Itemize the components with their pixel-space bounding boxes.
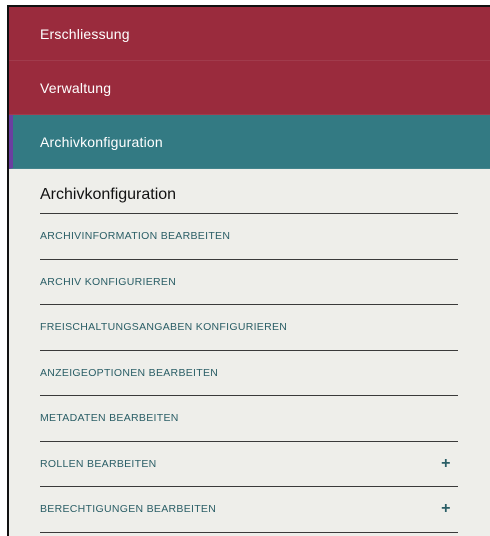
menu-item-archiv-konfigurieren[interactable]: ARCHIV KONFIGURIEREN bbox=[40, 260, 458, 305]
nav-item-label: Archivkonfiguration bbox=[40, 133, 163, 150]
nav-item-verwaltung[interactable]: Verwaltung bbox=[9, 61, 490, 115]
menu-item-label: FREISCHALTUNGSANGABEN KONFIGURIEREN bbox=[40, 321, 288, 334]
menu-item-metadaten-bearbeiten[interactable]: METADATEN BEARBEITEN bbox=[40, 396, 458, 442]
menu-item-label: METADATEN BEARBEITEN bbox=[40, 412, 179, 425]
menu-item-label: ANZEIGEOPTIONEN BEARBEITEN bbox=[40, 366, 219, 379]
nav-item-archivkonfiguration[interactable]: Archivkonfiguration bbox=[9, 115, 490, 169]
expand-plus-icon[interactable]: + bbox=[436, 455, 456, 473]
config-menu-list: ARCHIVINFORMATION BEARBEITEN ARCHIV KONF… bbox=[40, 214, 458, 533]
menu-item-label: ARCHIV KONFIGURIEREN bbox=[40, 275, 177, 288]
section-title: Archivkonfiguration bbox=[40, 169, 458, 214]
nav-item-label: Erschliessung bbox=[40, 25, 130, 42]
menu-item-archivinformation-bearbeiten[interactable]: ARCHIVINFORMATION BEARBEITEN bbox=[40, 214, 458, 260]
menu-item-label: ARCHIVINFORMATION BEARBEITEN bbox=[40, 230, 231, 243]
menu-item-label: ROLLEN BEARBEITEN bbox=[40, 457, 157, 470]
menu-item-rollen-bearbeiten[interactable]: ROLLEN BEARBEITEN + bbox=[40, 442, 458, 487]
nav-item-erschliessung[interactable]: Erschliessung bbox=[9, 7, 490, 61]
expand-plus-icon[interactable]: + bbox=[436, 500, 456, 518]
nav-item-label: Verwaltung bbox=[40, 79, 112, 96]
menu-item-anzeigeoptionen-bearbeiten[interactable]: ANZEIGEOPTIONEN BEARBEITEN bbox=[40, 351, 458, 396]
menu-item-freischaltungsangaben-konfigurieren[interactable]: FREISCHALTUNGSANGABEN KONFIGURIEREN bbox=[40, 305, 458, 351]
sidebar-panel: Erschliessung Verwaltung Archivkonfigura… bbox=[7, 5, 490, 536]
menu-item-label: BERECHTIGUNGEN BEARBEITEN bbox=[40, 503, 217, 516]
menu-item-berechtigungen-bearbeiten[interactable]: BERECHTIGUNGEN BEARBEITEN + bbox=[40, 487, 458, 533]
archivkonfiguration-section: Archivkonfiguration ARCHIVINFORMATION BE… bbox=[9, 169, 490, 533]
main-nav: Erschliessung Verwaltung Archivkonfigura… bbox=[9, 7, 490, 169]
